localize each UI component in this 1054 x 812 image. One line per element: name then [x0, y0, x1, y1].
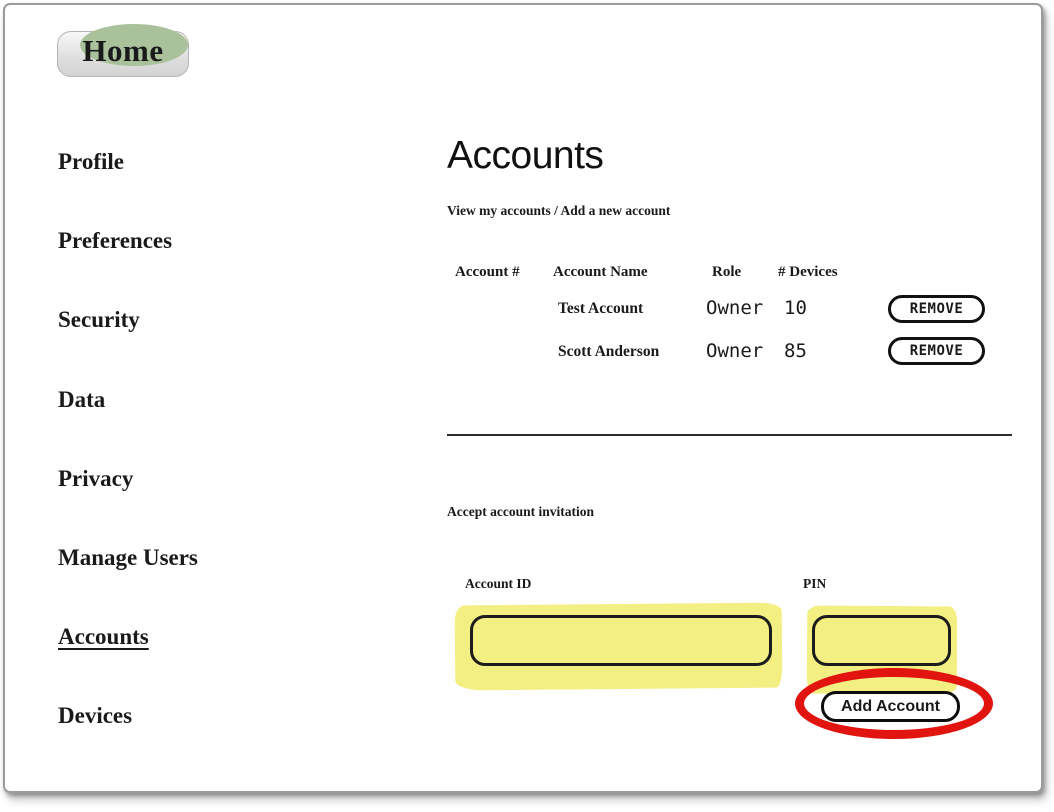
- pin-input[interactable]: [812, 615, 951, 666]
- sidebar-item-profile[interactable]: Profile: [58, 149, 124, 175]
- sidebar-item-preferences[interactable]: Preferences: [58, 228, 172, 254]
- account-name-cell: Scott Anderson: [558, 343, 659, 361]
- account-devices-cell: 10: [784, 297, 807, 319]
- column-header-account-name: Account Name: [553, 264, 648, 281]
- column-header-account-number: Account #: [455, 264, 520, 281]
- sidebar-item-data[interactable]: Data: [58, 387, 105, 413]
- account-role-cell: Owner: [706, 297, 763, 319]
- sidebar-item-manage-users[interactable]: Manage Users: [58, 545, 198, 571]
- sidebar-item-security[interactable]: Security: [58, 307, 140, 333]
- invitation-heading: Accept account invitation: [447, 504, 594, 520]
- screenshot-canvas: Home Profile Preferences Security Data P…: [0, 0, 1054, 812]
- page-title: Accounts: [447, 134, 603, 178]
- page-subtitle: View my accounts / Add a new account: [447, 203, 670, 219]
- sidebar-item-accounts[interactable]: Accounts: [58, 624, 149, 650]
- account-id-input[interactable]: [470, 615, 772, 666]
- column-header-devices: # Devices: [778, 264, 838, 281]
- remove-account-button[interactable]: REMOVE: [888, 337, 985, 365]
- home-button-label[interactable]: Home: [57, 33, 189, 69]
- account-role-cell: Owner: [706, 340, 763, 362]
- sidebar-item-devices[interactable]: Devices: [58, 703, 132, 729]
- remove-account-button[interactable]: REMOVE: [888, 295, 985, 323]
- sidebar-item-privacy[interactable]: Privacy: [58, 466, 133, 492]
- section-divider: [447, 434, 1012, 436]
- pin-label: PIN: [803, 576, 826, 592]
- account-id-label: Account ID: [465, 576, 531, 592]
- account-devices-cell: 85: [784, 340, 807, 362]
- column-header-role: Role: [712, 264, 741, 281]
- account-name-cell: Test Account: [558, 300, 643, 318]
- add-account-button[interactable]: Add Account: [821, 691, 960, 722]
